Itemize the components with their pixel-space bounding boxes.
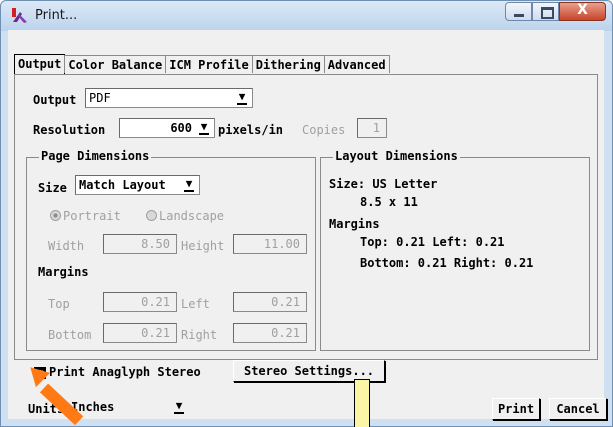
resolution-value: 600	[170, 121, 192, 135]
layout-size-detail: 8.5 x 11	[360, 195, 418, 209]
radio-icon	[146, 210, 157, 221]
left-value: 0.21	[271, 295, 300, 309]
maximize-button[interactable]	[532, 2, 559, 21]
right-label: Right	[181, 328, 218, 342]
resolution-units-label: pixels/in	[218, 123, 284, 137]
top-label: Top	[48, 297, 70, 311]
margins-label: Margins	[38, 265, 89, 279]
bottom-value: 0.21	[141, 326, 170, 340]
chevron-down-icon	[197, 121, 211, 135]
yellow-callout-bar	[354, 379, 370, 427]
right-value: 0.21	[271, 326, 300, 340]
portrait-radio: Portrait	[50, 209, 121, 223]
window-title: Print...	[35, 8, 78, 23]
close-button[interactable]: X	[559, 2, 606, 21]
output-dropdown[interactable]: PDF	[85, 88, 253, 108]
resolution-dropdown[interactable]: 600	[119, 118, 215, 138]
top-value: 0.21	[141, 295, 170, 309]
tab-dithering[interactable]: Dithering	[251, 55, 325, 73]
anaglyph-stereo-label: Print Anaglyph Stereo	[49, 365, 201, 379]
height-field: 11.00	[233, 234, 307, 254]
height-label: Height	[181, 239, 225, 253]
landscape-radio: Landscape	[146, 209, 224, 223]
cancel-button[interactable]: Cancel	[549, 398, 607, 420]
units-dropdown[interactable]: Inches	[66, 397, 190, 417]
width-label: Width	[48, 239, 85, 253]
portrait-label: Portrait	[63, 209, 121, 223]
print-button[interactable]: Print	[492, 398, 540, 420]
resolution-label: Resolution	[33, 123, 106, 137]
size-value: Match Layout	[79, 178, 166, 192]
minimize-button[interactable]	[505, 2, 532, 21]
height-value: 11.00	[263, 237, 300, 251]
layout-dimensions-title: Layout Dimensions	[333, 149, 460, 163]
layout-margins-label: Margins	[329, 217, 380, 231]
top-field: 0.21	[103, 292, 177, 312]
left-label: Left	[181, 297, 210, 311]
copies-field: 1	[357, 118, 387, 138]
layout-size-text: Size: US Letter	[329, 177, 438, 191]
size-dropdown[interactable]: Match Layout	[75, 175, 200, 195]
minimize-icon	[514, 14, 524, 17]
chevron-down-icon	[172, 400, 186, 414]
width-field: 8.50	[103, 234, 177, 254]
left-field: 0.21	[233, 292, 307, 312]
radio-icon	[50, 210, 61, 221]
size-label: Size	[38, 181, 67, 195]
tab-icm-profile[interactable]: ICM Profile	[165, 55, 253, 73]
app-icon	[12, 8, 27, 23]
landscape-label: Landscape	[159, 209, 225, 223]
bottom-label: Bottom	[48, 328, 92, 342]
tab-advanced[interactable]: Advanced	[323, 55, 390, 73]
right-field: 0.21	[233, 323, 307, 343]
chevron-down-icon	[235, 91, 249, 105]
bottom-field: 0.21	[103, 323, 177, 343]
output-value: PDF	[89, 91, 111, 105]
layout-margins-line2: Bottom: 0.21 Right: 0.21	[360, 256, 534, 270]
chevron-down-icon	[182, 178, 196, 192]
tab-color-balance[interactable]: Color Balance	[64, 55, 167, 73]
output-label: Output	[33, 93, 77, 107]
copies-label: Copies	[302, 123, 346, 137]
width-value: 8.50	[141, 237, 170, 251]
layout-margins-line1: Top: 0.21 Left: 0.21	[360, 235, 505, 249]
maximize-icon	[541, 7, 554, 19]
close-icon: X	[577, 2, 588, 18]
title-bar[interactable]: Print... X	[1, 1, 612, 31]
copies-value: 1	[372, 121, 380, 135]
page-dimensions-title: Page Dimensions	[39, 149, 152, 163]
tab-output[interactable]: Output	[14, 54, 66, 74]
tab-bar: Output Color Balance ICM Profile Ditheri…	[14, 54, 390, 74]
